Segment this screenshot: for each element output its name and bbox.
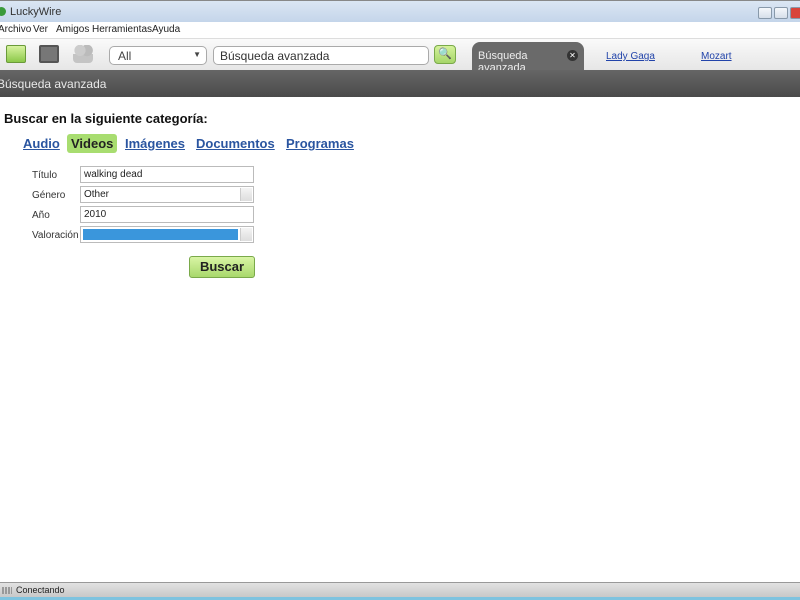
search-button[interactable]: 🔍: [434, 45, 456, 64]
signal-icon: [2, 587, 12, 594]
toolbar: All ▼ Búsqueda avanzada 🔍 Búsqueda avanza…: [0, 38, 800, 74]
title-bar: LuckyWire: [0, 0, 800, 22]
minimize-button[interactable]: [758, 7, 772, 19]
status-text: Conectando: [16, 585, 65, 595]
menu-herramientas[interactable]: Herramientas: [92, 24, 152, 35]
close-tab-icon[interactable]: ✕: [567, 50, 578, 61]
folder-icon[interactable]: [6, 45, 26, 63]
menu-ver[interactable]: Ver: [33, 24, 48, 35]
search-input[interactable]: Búsqueda avanzada: [213, 46, 429, 65]
friends-icon[interactable]: [73, 45, 93, 63]
filter-value: All: [118, 49, 132, 63]
music-library-icon[interactable]: [39, 45, 59, 63]
valoracion-label: Valoración: [32, 230, 79, 241]
category-programas[interactable]: Programas: [286, 136, 354, 151]
tab-mozart[interactable]: Mozart: [701, 51, 732, 62]
category-videos[interactable]: Videos: [67, 134, 118, 153]
genero-value: Other: [84, 189, 110, 200]
category-imagenes[interactable]: Imágenes: [125, 136, 185, 151]
window-title: LuckyWire: [10, 6, 62, 18]
menu-archivo[interactable]: Archivo: [0, 24, 31, 35]
anio-label: Año: [32, 210, 50, 221]
genero-select[interactable]: Other: [80, 186, 254, 203]
maximize-button[interactable]: [774, 7, 788, 19]
genero-label: Género: [32, 190, 66, 201]
close-button[interactable]: [790, 7, 800, 19]
menu-amigos[interactable]: Amigos: [56, 24, 89, 35]
menu-bar: Archivo Ver Amigos Herramientas Ayuda: [0, 22, 800, 38]
valoracion-select[interactable]: [80, 226, 254, 243]
filter-select[interactable]: All ▼: [109, 46, 207, 65]
chevron-down-icon: [240, 228, 252, 241]
chevron-down-icon: [240, 188, 252, 201]
category-audio[interactable]: Audio: [23, 136, 60, 151]
buscar-button[interactable]: Buscar: [189, 256, 255, 278]
search-icon: 🔍: [438, 48, 452, 60]
section-title: Búsqueda avanzada: [0, 70, 800, 97]
titulo-input[interactable]: walking dead: [80, 166, 254, 183]
app-logo-icon: [0, 7, 6, 16]
tab-busqueda-avanzada[interactable]: Búsqueda avanzada ✕: [472, 42, 584, 74]
tab-lady-gaga[interactable]: Lady Gaga: [606, 51, 655, 62]
form-heading: Buscar en la siguiente categoría:: [4, 111, 208, 126]
anio-input[interactable]: 2010: [80, 206, 254, 223]
category-documentos[interactable]: Documentos: [196, 136, 275, 151]
status-bar: Conectando: [0, 582, 800, 597]
chevron-down-icon: ▼: [193, 50, 201, 59]
selection-highlight: [83, 229, 238, 240]
menu-ayuda[interactable]: Ayuda: [152, 24, 180, 35]
titulo-label: Título: [32, 170, 58, 181]
